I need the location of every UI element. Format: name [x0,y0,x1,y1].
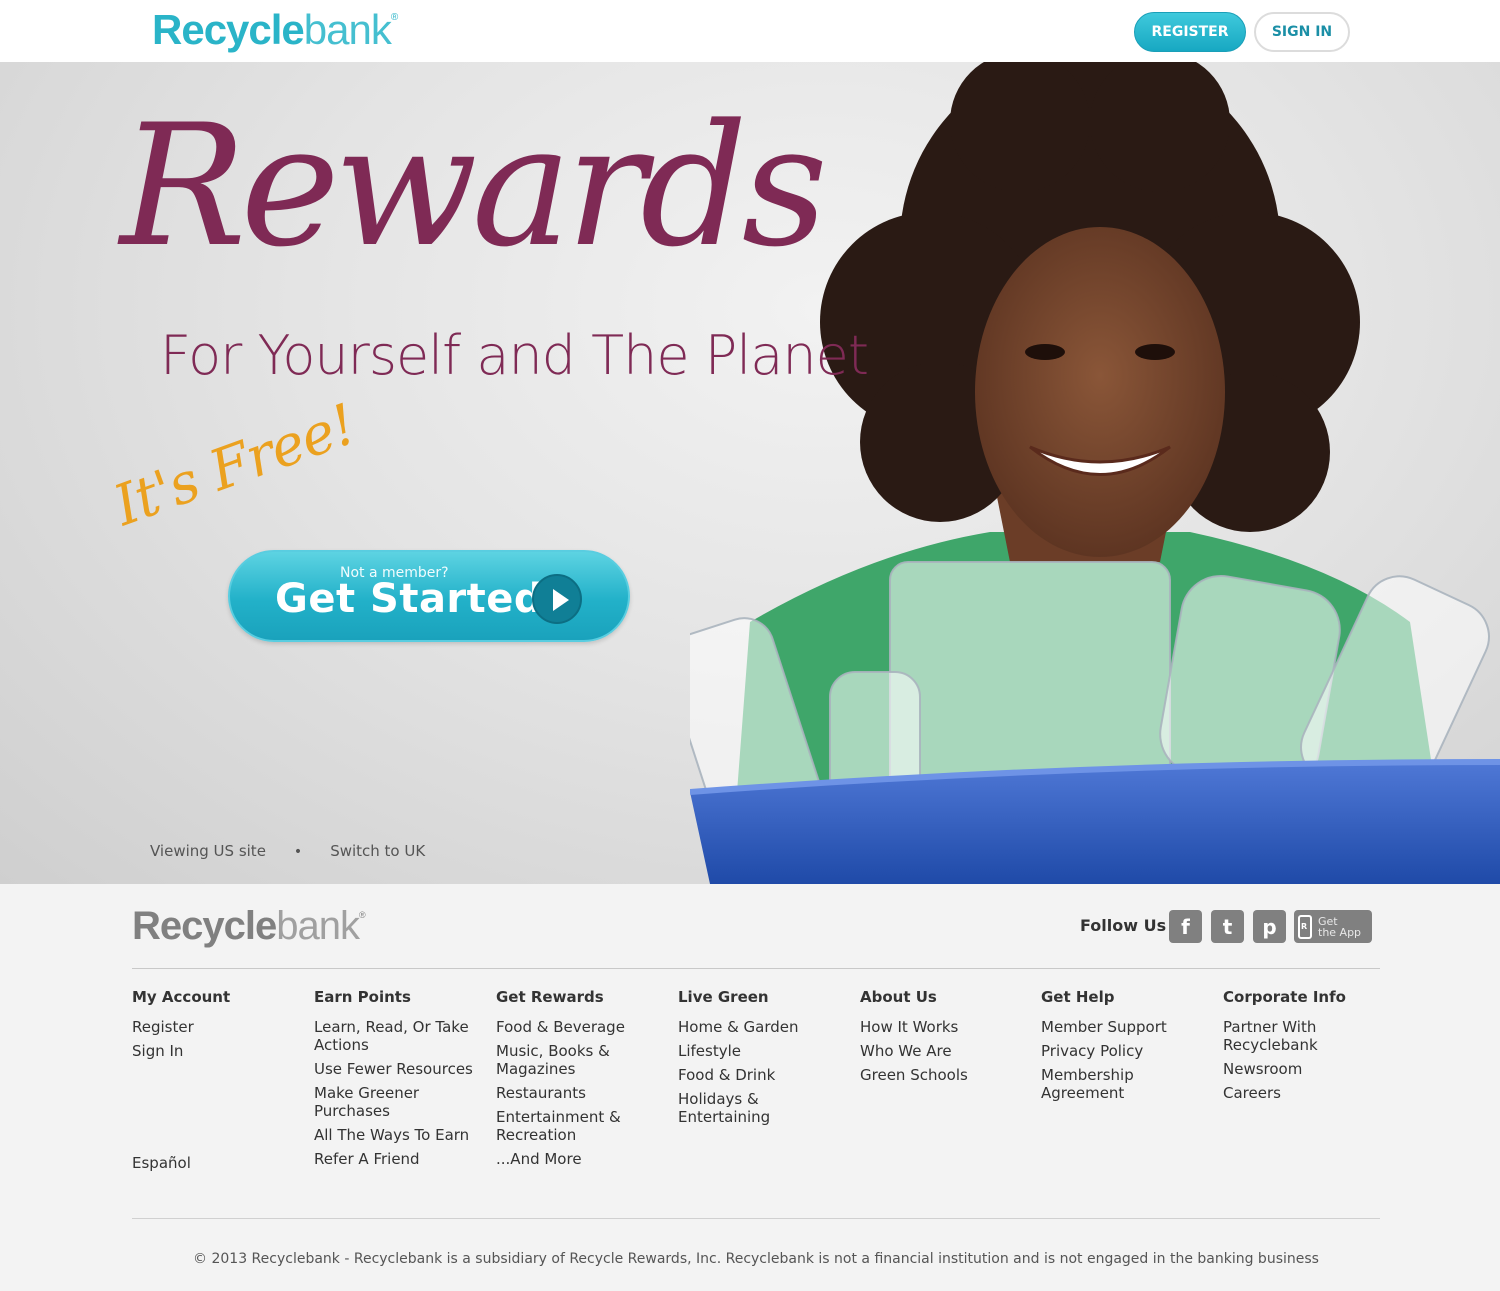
facebook-icon[interactable]: f [1169,910,1202,943]
footer-column-about-us: About Us How It Works Who We Are Green S… [860,988,1030,1090]
column-heading: About Us [860,988,937,1006]
language-link-espanol[interactable]: Español [132,1154,191,1172]
pinterest-icon[interactable]: p [1253,910,1286,943]
footer-column-my-account: My Account Register Sign In [132,988,302,1066]
hero-subtitle: For Yourself and The Planet [160,324,869,387]
copyright-notice: © 2013 Recyclebank - Recyclebank is a su… [193,1251,1319,1267]
footer-link[interactable]: Make Greener Purchases [314,1084,484,1120]
footer-link[interactable]: Member Support [1041,1018,1211,1036]
twitter-icon[interactable]: t [1211,910,1244,943]
footer-link[interactable]: Membership Agreement [1041,1066,1211,1102]
footer-link[interactable]: Food & Drink [678,1066,848,1084]
footer-link[interactable]: Entertainment & Recreation [496,1108,666,1144]
footer-logo[interactable]: Recyclebank® [132,904,366,949]
footer-column-corporate-info: Corporate Info Partner With Recyclebank … [1223,988,1380,1108]
registered-mark: ® [390,12,398,23]
get-the-app-button[interactable]: Get the App [1294,910,1372,943]
separator-dot: • [293,844,303,860]
site-switcher: Viewing US site • Switch to UK [150,842,425,860]
footer-link[interactable]: Newsroom [1223,1060,1380,1078]
footer-link[interactable]: Who We Are [860,1042,1030,1060]
hero-banner: Rewards For Yourself and The Planet It's… [0,62,1500,884]
column-heading: Live Green [678,988,769,1006]
footer-logo-bold: Recycle [132,904,277,948]
get-started-button[interactable]: Not a member? Get Started [228,550,630,642]
phone-icon [1298,914,1312,939]
column-heading: Get Help [1041,988,1115,1006]
column-heading: My Account [132,988,231,1006]
footer-column-live-green: Live Green Home & Garden Lifestyle Food … [678,988,848,1132]
column-heading: Get Rewards [496,988,604,1006]
current-site-label: Viewing US site [150,842,266,860]
logo-text-bold: Recycle [152,6,305,53]
footer-link[interactable]: Music, Books & Magazines [496,1042,666,1078]
app-line-1: Get [1318,914,1338,928]
footer-logo-thin: bank [276,904,360,948]
hero-title: Rewards [120,88,828,284]
footer-link[interactable]: Learn, Read, Or Take Actions [314,1018,484,1054]
footer-link[interactable]: ...And More [496,1150,666,1168]
cta-label: Get Started [275,576,544,622]
footer-link-sign-in[interactable]: Sign In [132,1042,302,1060]
column-heading: Earn Points [314,988,411,1006]
footer-link[interactable]: Use Fewer Resources [314,1060,484,1078]
footer-link[interactable]: All The Ways To Earn [314,1126,484,1144]
footer-link[interactable]: Restaurants [496,1084,666,1102]
recyclebank-logo[interactable]: Recyclebank® [152,6,398,54]
footer-link[interactable]: Home & Garden [678,1018,848,1036]
play-arrow-icon [532,574,582,624]
footer-link[interactable]: Green Schools [860,1066,1030,1084]
follow-us-label: Follow Us [1080,916,1167,935]
footer-link[interactable]: Holidays & Entertaining [678,1090,848,1126]
top-header: Recyclebank® REGISTER SIGN IN [0,0,1500,62]
footer-link[interactable]: How It Works [860,1018,1030,1036]
footer-divider-top [132,968,1380,969]
its-free-tag: It's Free! [105,392,364,539]
footer-column-get-rewards: Get Rewards Food & Beverage Music, Books… [496,988,666,1174]
app-line-2: the App [1318,925,1362,939]
footer-link[interactable]: Partner With Recyclebank [1223,1018,1380,1054]
sign-in-button[interactable]: SIGN IN [1254,12,1350,52]
logo-text-thin: bank [303,6,392,53]
footer-registered-mark: ® [358,910,366,920]
footer-link-register[interactable]: Register [132,1018,302,1036]
footer-link[interactable]: Refer A Friend [314,1150,484,1168]
column-heading: Corporate Info [1223,988,1346,1006]
switch-to-uk-link[interactable]: Switch to UK [330,842,425,860]
site-footer: Recyclebank® Follow Us f t p Get the App… [0,884,1500,1291]
footer-link[interactable]: Careers [1223,1084,1380,1102]
footer-link[interactable]: Privacy Policy [1041,1042,1211,1060]
footer-link[interactable]: Lifestyle [678,1042,848,1060]
footer-link[interactable]: Food & Beverage [496,1018,666,1036]
footer-divider-bottom [132,1218,1380,1219]
footer-column-earn-points: Earn Points Learn, Read, Or Take Actions… [314,988,484,1174]
footer-column-get-help: Get Help Member Support Privacy Policy M… [1041,988,1211,1108]
register-button[interactable]: REGISTER [1134,12,1246,52]
